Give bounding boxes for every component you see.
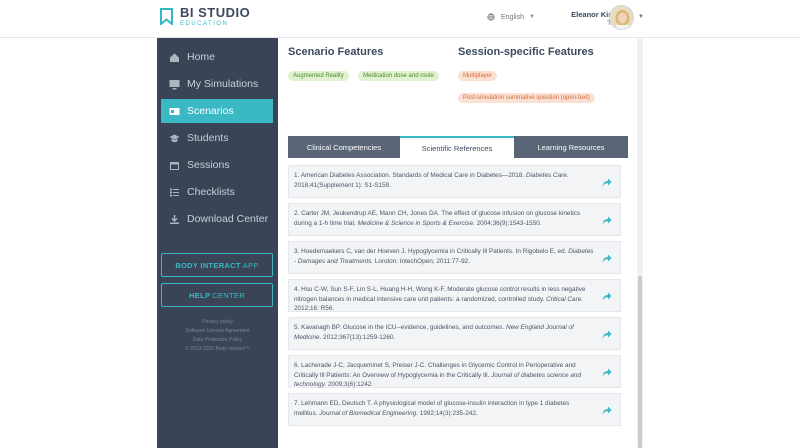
download-icon <box>169 214 180 225</box>
bookmark-logo-icon <box>160 8 173 25</box>
reference-item: 6. Lacherade J-C, Jacqueminet S, Preiser… <box>288 355 621 388</box>
reference-item: 7. Lehmann ED, Deutsch T. A physiologica… <box>288 393 621 426</box>
feature-tag: Post-simulation summative question (open… <box>458 93 595 103</box>
sidebar-item-checklists[interactable]: Checklists <box>161 180 273 204</box>
sidebar-item-my-simulations[interactable]: My Simulations <box>161 72 273 96</box>
reference-item: 2. Carter JM, Jeukendrup AE, Mann CH, Jo… <box>288 203 621 236</box>
reference-item: 5. Kavanagh BP. Glucose in the ICU--evid… <box>288 317 621 350</box>
feature-tag: Medication dose and route <box>358 71 439 81</box>
sidebar-item-label: Students <box>187 132 229 144</box>
sidebar-item-label: My Simulations <box>187 78 259 90</box>
logo[interactable]: BI STUDIO EDUCATION <box>160 6 250 27</box>
share-icon[interactable] <box>602 330 612 339</box>
sidebar-item-label: Scenarios <box>187 105 234 117</box>
checklist-icon <box>169 187 180 198</box>
help-button-bold: HELP <box>189 290 211 300</box>
sidebar-item-download-center[interactable]: Download Center <box>161 207 273 231</box>
brand-title: BI STUDIO <box>180 5 251 20</box>
sidebar-item-sessions[interactable]: Sessions <box>161 153 273 177</box>
graduation-cap-icon <box>169 133 180 144</box>
app-button-bold: BODY INTERACT <box>175 260 241 270</box>
tab-scientific-references[interactable]: Scientific References <box>400 136 514 158</box>
scenario-features: Scenario Features Augmented Reality Medi… <box>288 46 453 86</box>
license-agreement-link[interactable]: Software License Agreement <box>157 327 278 336</box>
reference-text: 1. American Diabetes Association. Standa… <box>294 172 569 189</box>
main-content: Scenario Features Augmented Reality Medi… <box>278 38 636 448</box>
sidebar-item-label: Checklists <box>187 186 235 198</box>
help-center-button[interactable]: HELP CENTER <box>161 283 273 307</box>
tab-bar: Clinical Competencies Scientific Referen… <box>288 136 628 158</box>
monitor-icon <box>169 79 180 90</box>
reference-item: 4. Hsu C-W, Sun S-F, Lin S-L, Huang H-H,… <box>288 279 621 312</box>
data-protection-link[interactable]: Data Protection Policy <box>157 336 278 345</box>
share-icon[interactable] <box>602 254 612 263</box>
copyright-text: © 2013-2023 Body Interact™ <box>185 346 250 352</box>
sidebar-item-students[interactable]: Students <box>161 126 273 150</box>
language-label: English <box>501 13 524 21</box>
reference-item: 1. American Diabetes Association. Standa… <box>288 165 621 198</box>
share-icon[interactable] <box>602 216 612 225</box>
tab-clinical-competencies[interactable]: Clinical Competencies <box>288 136 400 158</box>
sidebar-footer: Privacy policy Software License Agreemen… <box>157 318 278 354</box>
calendar-icon <box>169 160 180 171</box>
brand-subtitle: EDUCATION <box>180 21 229 27</box>
sidebar-item-label: Home <box>187 51 216 63</box>
share-icon[interactable] <box>602 292 612 301</box>
reference-text: 2. Carter JM, Jeukendrup AE, Mann CH, Jo… <box>294 210 581 227</box>
scrollbar-thumb[interactable] <box>638 276 642 448</box>
feature-tag: Augmented Reality <box>288 71 349 81</box>
privacy-policy-link[interactable]: Privacy policy <box>157 318 278 327</box>
session-features-title: Session-specific Features <box>458 46 594 58</box>
id-card-icon <box>169 106 180 117</box>
feature-tag: Multiplayer <box>458 71 498 81</box>
language-selector[interactable]: English ▼ <box>487 13 535 21</box>
sidebar-item-scenarios[interactable]: Scenarios <box>161 99 273 123</box>
tab-learning-resources[interactable]: Learning Resources <box>514 136 628 158</box>
reference-text: 5. Kavanagh BP. Glucose in the ICU--evid… <box>294 324 574 341</box>
chevron-down-icon: ▼ <box>528 14 535 20</box>
reference-text: 6. Lacherade J-C, Jacqueminet S, Preiser… <box>294 362 581 388</box>
reference-text: 4. Hsu C-W, Sun S-F, Lin S-L, Huang H-H,… <box>294 286 586 312</box>
sidebar-item-label: Download Center <box>187 213 269 225</box>
session-features: Session-specific Features Multiplayer Po… <box>458 46 633 108</box>
home-icon <box>169 52 180 63</box>
user-menu-chevron-icon[interactable]: ▼ <box>638 14 644 20</box>
sidebar-item-home[interactable]: Home <box>161 45 273 69</box>
references-list: 1. American Diabetes Association. Standa… <box>288 165 621 448</box>
sidebar-item-label: Sessions <box>187 159 230 171</box>
share-icon[interactable] <box>602 368 612 377</box>
help-button-light: CENTER <box>212 290 245 300</box>
top-bar: BI STUDIO EDUCATION English ▼ Eleanor Ki… <box>0 0 800 38</box>
scenario-features-title: Scenario Features <box>288 46 384 58</box>
avatar[interactable] <box>609 5 634 30</box>
body-interact-app-button[interactable]: BODY INTERACT APP <box>161 253 273 277</box>
reference-text: 7. Lehmann ED, Deutsch T. A physiologica… <box>294 400 570 417</box>
reference-text: 3. Hoedemaekers C, van der Hoeven J. Hyp… <box>294 248 594 265</box>
share-icon[interactable] <box>602 178 612 187</box>
reference-item: 3. Hoedemaekers C, van der Hoeven J. Hyp… <box>288 241 621 274</box>
globe-icon <box>487 13 495 21</box>
app-button-light: APP <box>242 260 259 270</box>
share-icon[interactable] <box>602 406 612 415</box>
page-background <box>643 38 800 448</box>
sidebar: Home My Simulations Scenarios Students S… <box>157 38 278 448</box>
